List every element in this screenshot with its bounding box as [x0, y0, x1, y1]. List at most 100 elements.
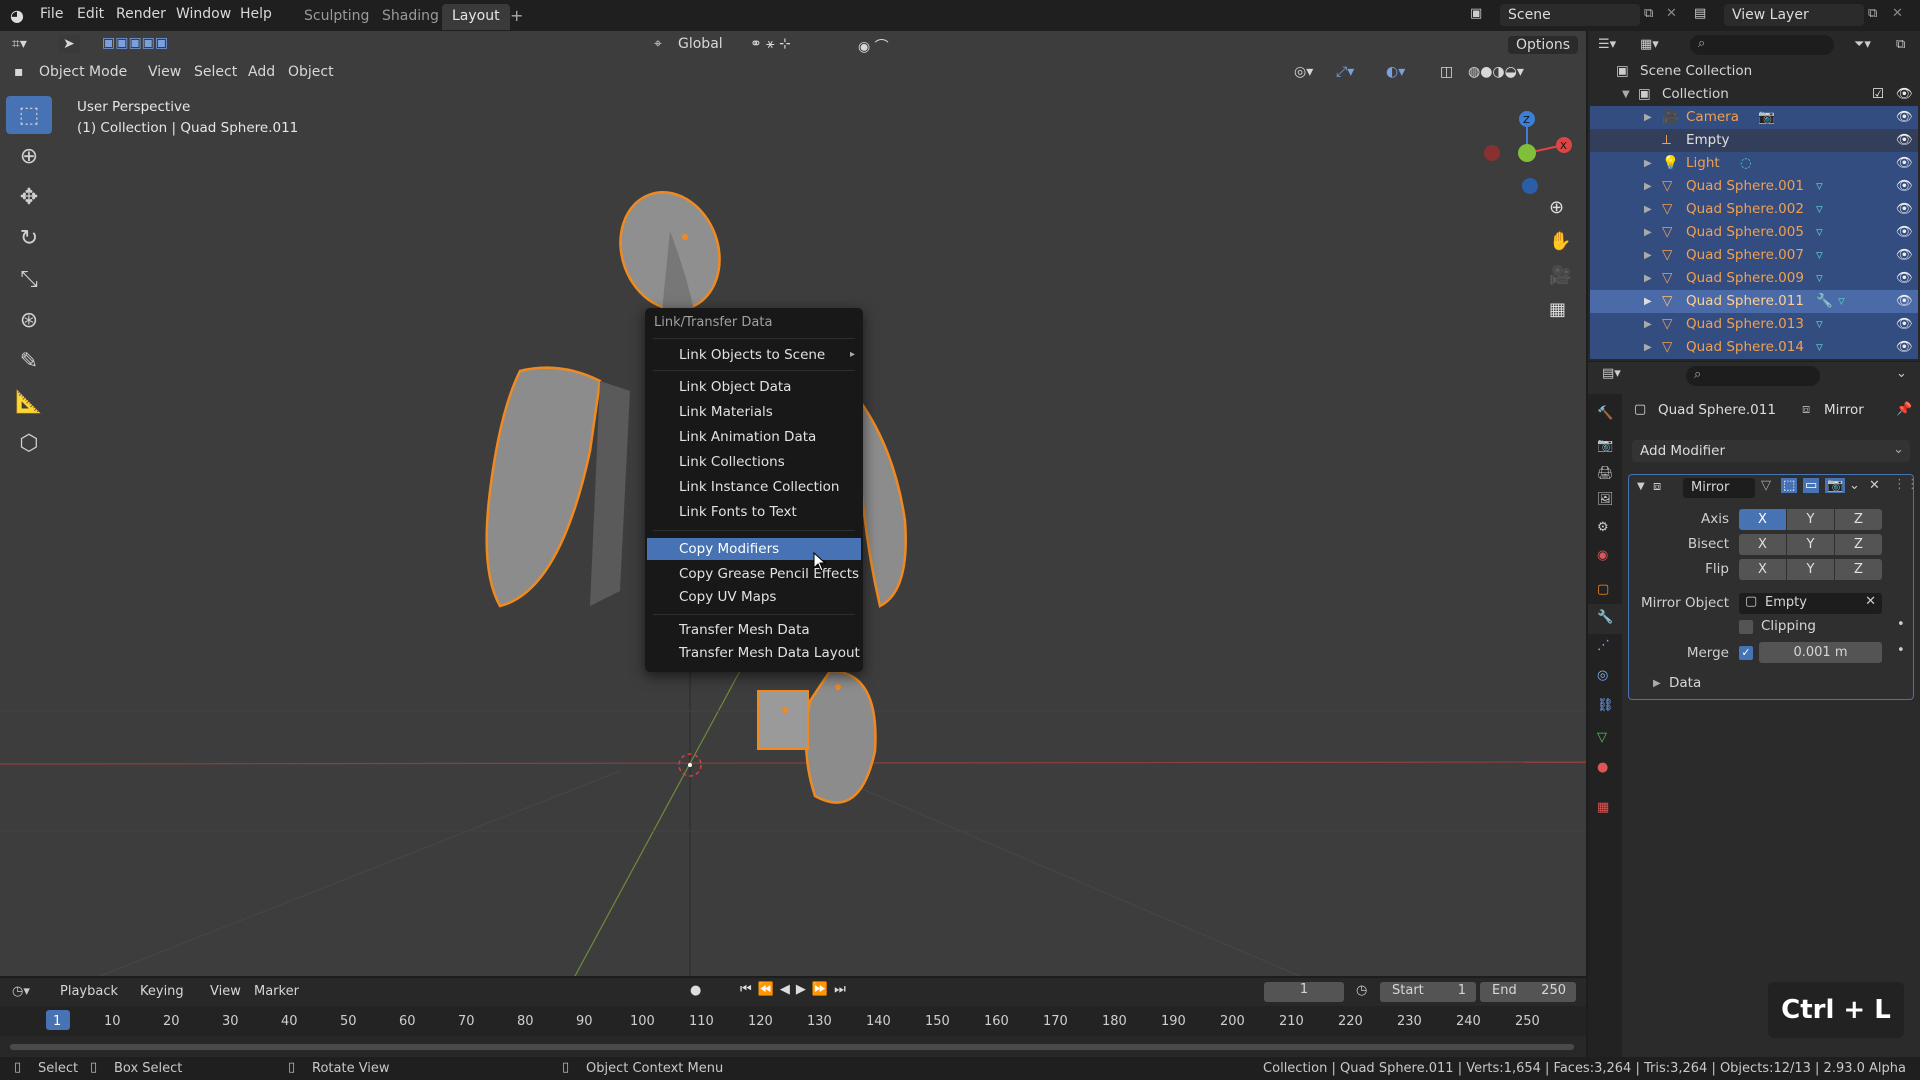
- properties-editor-icon[interactable]: ▤▾: [1602, 366, 1621, 381]
- playback-controls[interactable]: ⏮⏪◀▶⏩⏭: [740, 982, 852, 997]
- outliner-editor-icon[interactable]: ☰▾: [1598, 37, 1616, 52]
- end-frame-field[interactable]: End 250: [1480, 982, 1576, 1002]
- expand-arrow-icon[interactable]: ▶: [1644, 313, 1652, 336]
- edit-mode-toggle-icon[interactable]: ▽: [1761, 478, 1771, 493]
- expand-arrow-icon[interactable]: ▶: [1644, 244, 1652, 267]
- outliner-item-quad-sphere-007[interactable]: ▶ ▽ Quad Sphere.007 ▿ 👁: [1590, 244, 1918, 267]
- zoom-icon[interactable]: ⊕: [1549, 197, 1564, 218]
- tool-tab-icon[interactable]: 🔨: [1597, 406, 1613, 421]
- drag-handle-icon[interactable]: ⋮⋮: [1893, 477, 1919, 492]
- outliner-item-quad-sphere-009[interactable]: ▶ ▽ Quad Sphere.009 ▿ 👁: [1590, 267, 1918, 290]
- rotate-tool-icon[interactable]: ↻: [6, 219, 52, 257]
- menu-keying[interactable]: Keying: [140, 984, 184, 999]
- editor-type-icon[interactable]: ⌗▾: [12, 36, 27, 52]
- blender-logo-icon[interactable]: ◕: [10, 6, 24, 25]
- new-scene-icon[interactable]: ⧉: [1644, 6, 1653, 21]
- menu-item-link-objects-to-scene[interactable]: Link Objects to Scene ▸: [647, 344, 861, 366]
- ortho-toggle-icon[interactable]: ▦: [1549, 299, 1566, 320]
- outliner-item-quad-sphere-011[interactable]: ▶ ▽ Quad Sphere.011 🔧 ▿ 👁: [1590, 290, 1918, 313]
- select-mode-icons[interactable]: ▣▣▣▣▣: [102, 35, 168, 51]
- render-tab-icon[interactable]: 📷: [1597, 438, 1613, 453]
- timeline-editor-icon[interactable]: ◷▾: [12, 984, 30, 999]
- menu-playback[interactable]: Playback: [60, 984, 118, 999]
- bisect-z-toggle[interactable]: Z: [1835, 534, 1882, 555]
- flip-x-toggle[interactable]: X: [1739, 559, 1786, 580]
- menu-item-link-instance-collection[interactable]: Link Instance Collection: [647, 476, 861, 498]
- clear-field-icon[interactable]: ✕: [1865, 594, 1876, 609]
- eye-icon[interactable]: 👁: [1896, 198, 1913, 221]
- axis-y-toggle[interactable]: Y: [1787, 509, 1834, 530]
- add-workspace-icon[interactable]: +: [510, 6, 523, 25]
- display-mode-icon[interactable]: ▦▾: [1640, 37, 1659, 52]
- eye-icon[interactable]: 👁: [1896, 175, 1913, 198]
- object-mode-dropdown[interactable]: Object Mode: [39, 64, 127, 80]
- axis-z-toggle[interactable]: Z: [1835, 509, 1882, 530]
- tab-sculpting[interactable]: Sculpting: [294, 4, 379, 30]
- menu-window[interactable]: Window: [176, 6, 231, 22]
- clock-icon[interactable]: ◷: [1356, 983, 1367, 998]
- eye-icon[interactable]: 👁: [1896, 290, 1913, 313]
- keyframe-dot-icon[interactable]: •: [1897, 643, 1905, 658]
- flip-y-toggle[interactable]: Y: [1787, 559, 1834, 580]
- merge-checkbox[interactable]: ✓: [1739, 646, 1753, 660]
- filter-icon[interactable]: ⏷▾: [1854, 37, 1871, 52]
- flip-z-toggle[interactable]: Z: [1835, 559, 1882, 580]
- orientation-icon[interactable]: ⌖: [654, 36, 662, 52]
- cage-toggle-icon[interactable]: ⬚: [1781, 478, 1798, 493]
- remove-modifier-icon[interactable]: ✕: [1869, 478, 1880, 493]
- menu-view[interactable]: View: [210, 984, 241, 999]
- output-tab-icon[interactable]: 🖨: [1597, 466, 1614, 481]
- expand-arrow-icon[interactable]: ▶: [1644, 152, 1652, 175]
- view-layer-tab-icon[interactable]: 🖼: [1597, 492, 1614, 507]
- axis-x-toggle[interactable]: X: [1739, 509, 1786, 530]
- expand-arrow-icon[interactable]: ▶: [1653, 678, 1661, 689]
- outliner-item-light[interactable]: ▶ 💡 Light ◌ 👁: [1590, 152, 1918, 175]
- eye-icon[interactable]: 👁: [1896, 129, 1913, 152]
- move-tool-icon[interactable]: ✥: [6, 178, 52, 216]
- camera-view-icon[interactable]: 🎥: [1549, 265, 1571, 286]
- scene-tab-icon[interactable]: ⚙: [1597, 520, 1609, 535]
- outliner-item-quad-sphere-014[interactable]: ▶ ▽ Quad Sphere.014 ▿ 👁: [1590, 336, 1918, 359]
- particles-tab-icon[interactable]: ⋰: [1597, 638, 1610, 653]
- render-toggle-icon[interactable]: 📷: [1825, 478, 1846, 493]
- menu-item-link-fonts-to-text[interactable]: Link Fonts to Text: [647, 501, 861, 523]
- clipping-checkbox[interactable]: [1739, 620, 1753, 634]
- eye-icon[interactable]: 👁: [1896, 152, 1913, 175]
- expand-arrow-icon[interactable]: ▶: [1644, 267, 1652, 290]
- menu-render[interactable]: Render: [116, 6, 166, 22]
- pin-icon[interactable]: 📌: [1896, 402, 1912, 417]
- eye-icon[interactable]: 👁: [1896, 244, 1913, 267]
- scale-tool-icon[interactable]: ⤡: [6, 260, 52, 298]
- object-tab-icon[interactable]: ▢: [1597, 582, 1609, 597]
- proportional-icon[interactable]: ◉ ⌒: [858, 36, 889, 56]
- menu-item-transfer-mesh-data[interactable]: Transfer Mesh Data: [647, 619, 861, 641]
- scene-icon[interactable]: ▣: [1470, 6, 1482, 21]
- menu-item-link-animation-data[interactable]: Link Animation Data: [647, 426, 861, 448]
- new-collection-icon[interactable]: ⧉: [1896, 37, 1905, 52]
- eye-icon[interactable]: 👁: [1896, 106, 1913, 129]
- expand-arrow-icon[interactable]: ▶: [1644, 221, 1652, 244]
- menu-item-link-materials[interactable]: Link Materials: [647, 401, 861, 423]
- select-box-tool-icon[interactable]: ⬚: [6, 96, 52, 134]
- pivot-icon[interactable]: ⚭ ⚹ ⊹: [750, 36, 791, 52]
- outliner-item-quad-sphere-013[interactable]: ▶ ▽ Quad Sphere.013 ▿ 👁: [1590, 313, 1918, 336]
- close-view-layer-icon[interactable]: ✕: [1892, 6, 1903, 21]
- eye-icon[interactable]: 👁: [1896, 313, 1913, 336]
- current-frame-field[interactable]: 1: [1264, 982, 1344, 1002]
- expand-arrow-icon[interactable]: ▶: [1644, 106, 1652, 129]
- modifier-menu-icon[interactable]: ⌄: [1849, 478, 1860, 493]
- outliner-collection[interactable]: ▼ ▣ Collection ☑ 👁: [1590, 83, 1918, 106]
- bisect-x-toggle[interactable]: X: [1739, 534, 1786, 555]
- menu-view[interactable]: View: [148, 64, 181, 80]
- modifier-tab-icon[interactable]: 🔧: [1588, 604, 1622, 634]
- start-frame-field[interactable]: Start 1: [1380, 982, 1476, 1002]
- xray-icon[interactable]: ◫: [1440, 64, 1453, 80]
- properties-search[interactable]: ⌕: [1686, 366, 1820, 386]
- menu-item-link-object-data[interactable]: Link Object Data: [647, 376, 861, 398]
- eye-icon[interactable]: 👁: [1896, 336, 1913, 359]
- menu-item-copy-modifiers[interactable]: Copy Modifiers: [647, 538, 861, 560]
- view-layer-field[interactable]: View Layer: [1724, 4, 1864, 26]
- modifier-name-field[interactable]: Mirror: [1683, 478, 1755, 498]
- menu-marker[interactable]: Marker: [254, 984, 299, 999]
- tab-shading[interactable]: Shading: [372, 4, 449, 30]
